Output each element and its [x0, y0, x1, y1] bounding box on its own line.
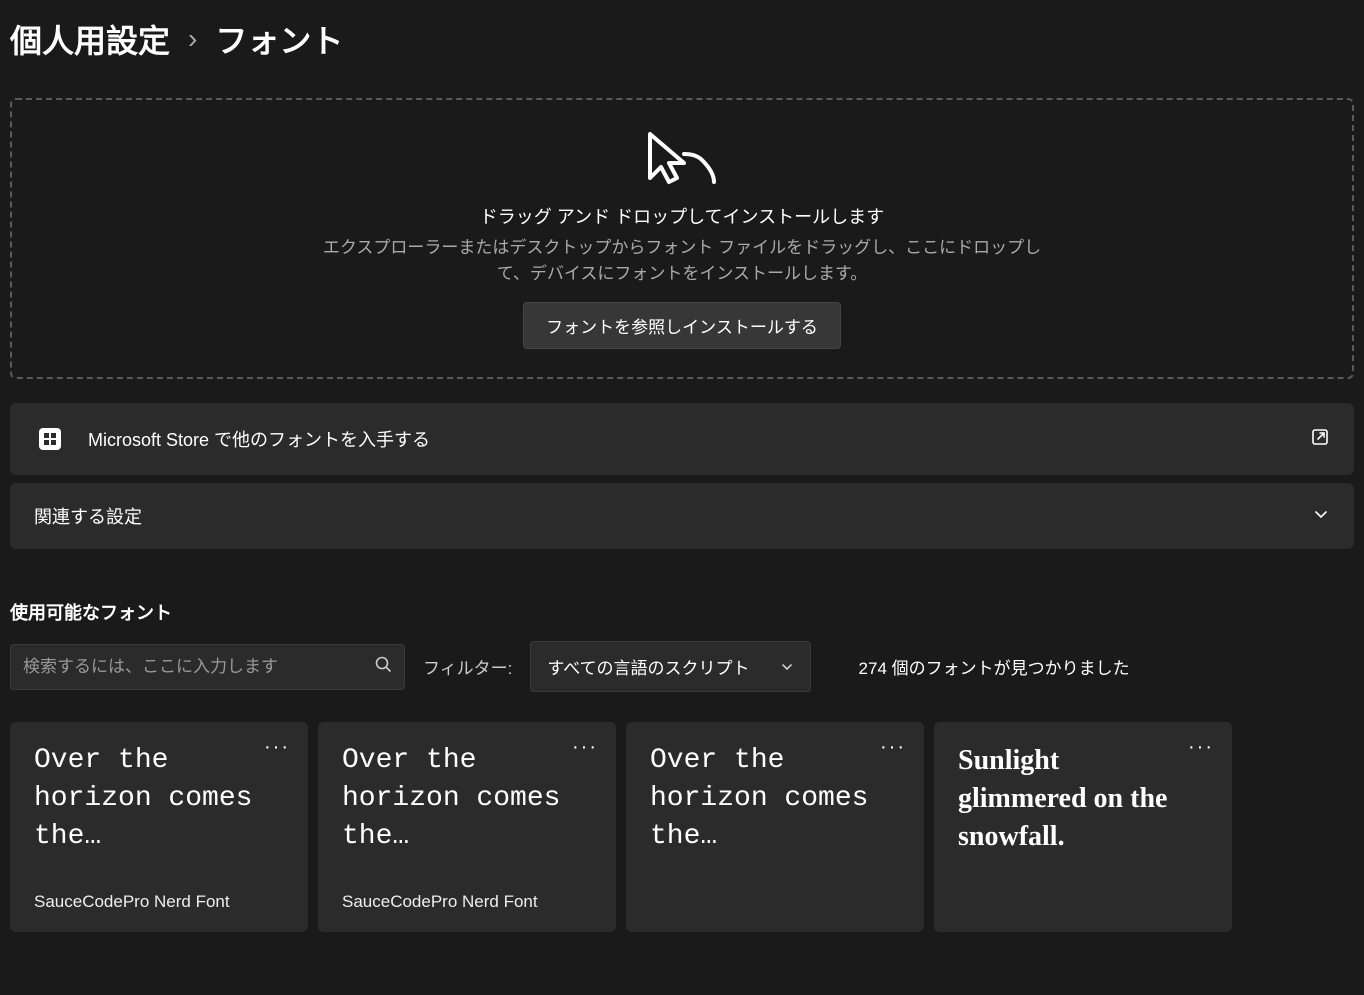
filter-select[interactable]: すべての言語のスクリプト — [530, 641, 810, 692]
dropzone-description: エクスプローラーまたはデスクトップからフォント ファイルをドラッグし、ここにドロ… — [322, 235, 1042, 286]
open-external-icon — [1310, 427, 1330, 452]
store-card-label: Microsoft Store で他のフォントを入手する — [88, 426, 1288, 452]
available-fonts-title: 使用可能なフォント — [10, 599, 1354, 625]
related-settings-card[interactable]: 関連する設定 — [10, 483, 1354, 549]
font-card[interactable]: ··· Over the horizon comes the… — [626, 722, 924, 932]
font-preview: Sunlight glimmered on the snowfall. — [958, 742, 1208, 902]
chevron-down-icon — [780, 660, 794, 674]
font-card[interactable]: ··· Sunlight glimmered on the snowfall. — [934, 722, 1232, 932]
search-input[interactable] — [23, 645, 366, 689]
dropzone-title: ドラッグ アンド ドロップしてインストールします — [32, 203, 1332, 229]
breadcrumb-parent[interactable]: 個人用設定 — [10, 16, 170, 62]
browse-install-button[interactable]: フォントを参照しインストールする — [523, 302, 841, 349]
more-icon[interactable]: ··· — [1188, 736, 1214, 759]
font-card[interactable]: ··· Over the horizon comes the… SauceCod… — [10, 722, 308, 932]
font-name: SauceCodePro Nerd Font — [342, 892, 592, 912]
font-dropzone[interactable]: ドラッグ アンド ドロップしてインストールします エクスプローラーまたはデスクト… — [10, 98, 1354, 379]
font-card[interactable]: ··· Over the horizon comes the… SauceCod… — [318, 722, 616, 932]
font-preview: Over the horizon comes the… — [34, 742, 284, 882]
more-icon[interactable]: ··· — [572, 736, 598, 759]
store-icon — [34, 423, 66, 455]
breadcrumb-current: フォント — [215, 16, 343, 62]
chevron-down-icon — [1312, 505, 1330, 528]
font-grid: ··· Over the horizon comes the… SauceCod… — [10, 722, 1354, 932]
font-search-box[interactable] — [10, 644, 405, 690]
filter-label: フィルター: — [423, 654, 512, 679]
fonts-toolbar: フィルター: すべての言語のスクリプト 274 個のフォントが見つかりました — [10, 641, 1354, 692]
cursor-drop-icon — [32, 130, 1332, 195]
store-fonts-card[interactable]: Microsoft Store で他のフォントを入手する — [10, 403, 1354, 475]
more-icon[interactable]: ··· — [264, 736, 290, 759]
breadcrumb: 個人用設定 › フォント — [10, 10, 1354, 68]
font-preview: Over the horizon comes the… — [650, 742, 900, 902]
font-name: SauceCodePro Nerd Font — [34, 892, 284, 912]
chevron-right-icon: › — [188, 23, 197, 55]
filter-value: すべての言語のスクリプト — [547, 654, 749, 679]
related-card-label: 関連する設定 — [34, 503, 1290, 529]
font-preview: Over the horizon comes the… — [342, 742, 592, 882]
fonts-found-count: 274 個のフォントが見つかりました — [859, 654, 1130, 679]
search-icon[interactable] — [366, 647, 400, 686]
more-icon[interactable]: ··· — [880, 736, 906, 759]
